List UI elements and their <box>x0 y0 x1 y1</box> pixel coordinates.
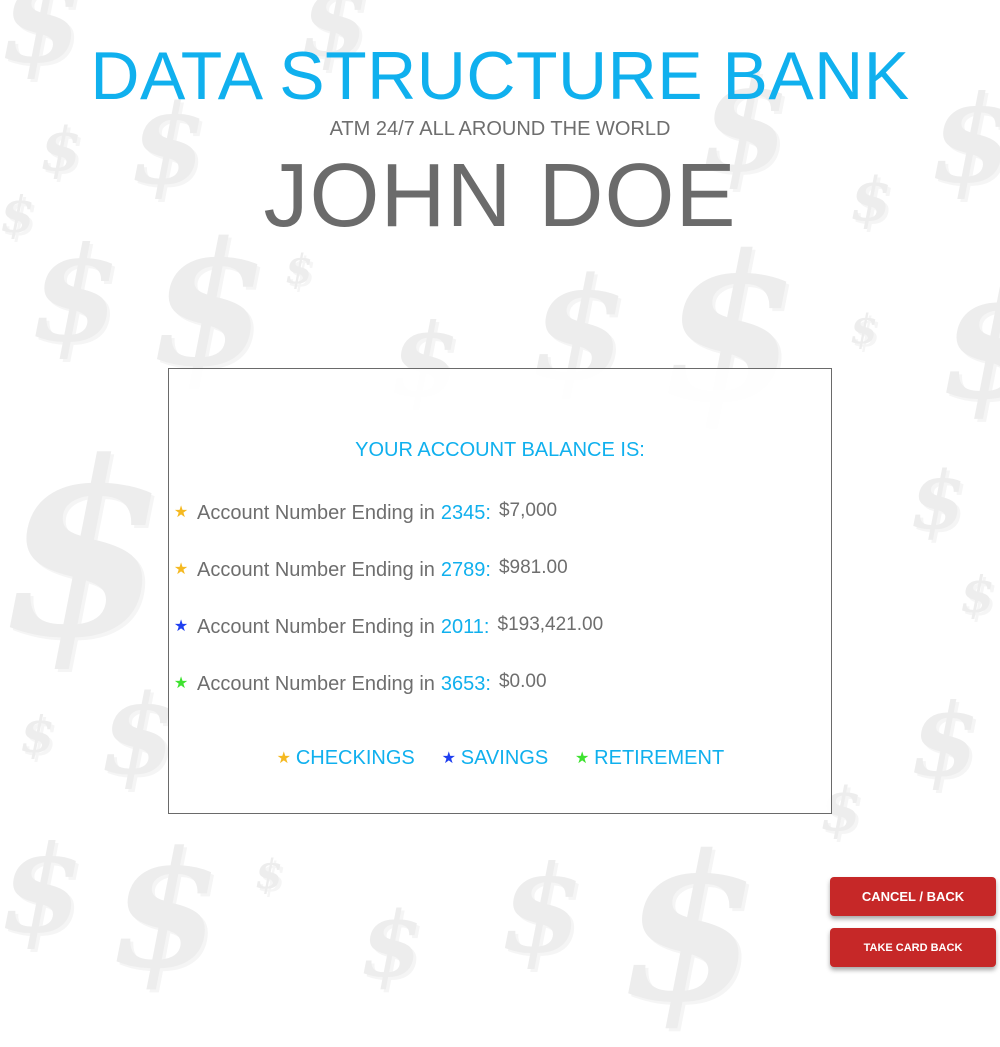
dollar-sign-icon: $ <box>910 681 980 799</box>
bank-tagline: ATM 24/7 ALL AROUND THE WORLD <box>329 118 671 140</box>
dollar-sign-icon: $ <box>30 218 121 371</box>
star-icon: ★ <box>276 749 291 767</box>
dollar-sign-icon: $ <box>850 306 878 353</box>
account-balance: $981.00 <box>498 557 568 578</box>
customer-name: JOHN DOE <box>263 146 737 246</box>
account-row: ★ Account Number Ending in 2345: $7,000 <box>173 500 557 526</box>
star-icon: ★ <box>173 675 189 692</box>
dollar-sign-icon: $ <box>110 816 222 1004</box>
star-icon: ★ <box>173 561 189 578</box>
account-balance: $7,000 <box>498 500 558 521</box>
account-row: ★ Account Number Ending in 3653: $0.00 <box>173 671 547 697</box>
dollar-sign-icon: $ <box>960 565 995 624</box>
dollar-sign-icon: $ <box>0 409 167 691</box>
dollar-sign-icon: $ <box>255 851 283 898</box>
dollar-sign-icon: $ <box>500 839 584 980</box>
account-row: ★ Account Number Ending in 2011: $193,42… <box>173 614 603 640</box>
account-label: Account Number Ending in <box>197 558 435 581</box>
dollar-sign-icon: $ <box>20 705 55 764</box>
account-label: Account Number Ending in <box>197 672 435 695</box>
legend-item-checkings: ★ CHECKINGS <box>276 747 415 770</box>
take-card-back-button[interactable]: TAKE CARD BACK <box>830 928 996 967</box>
account-number: 2345: <box>440 501 491 524</box>
account-balance-panel: YOUR ACCOUNT BALANCE IS: ★ Account Numbe… <box>168 368 832 814</box>
star-icon: ★ <box>173 618 189 635</box>
account-number: 3653: <box>440 672 491 695</box>
account-number: 2789: <box>440 558 491 581</box>
legend-label: SAVINGS <box>460 747 549 769</box>
account-number: 2011: <box>440 615 490 638</box>
account-balance: $0.00 <box>498 671 547 692</box>
account-label: Account Number Ending in <box>197 615 435 638</box>
account-row: ★ Account Number Ending in 2789: $981.00 <box>173 557 568 583</box>
account-type-legend: ★ CHECKINGS ★ SAVINGS ★ RETIREMENT <box>169 747 831 770</box>
dollar-sign-icon: $ <box>620 812 760 1047</box>
legend-label: CHECKINGS <box>295 747 415 769</box>
dollar-sign-icon: $ <box>940 270 1000 420</box>
cancel-back-button[interactable]: CANCEL / BACK <box>830 877 996 916</box>
star-icon: ★ <box>575 749 590 767</box>
account-label: Account Number Ending in <box>197 501 435 524</box>
legend-label: RETIREMENT <box>594 747 725 769</box>
dollar-sign-icon: $ <box>0 819 84 960</box>
dollar-sign-icon: $ <box>285 246 313 293</box>
star-icon: ★ <box>173 504 189 521</box>
dollar-sign-icon: $ <box>910 453 966 547</box>
dollar-sign-icon: $ <box>150 205 269 405</box>
dollar-sign-icon: $ <box>360 892 423 998</box>
balance-heading: YOUR ACCOUNT BALANCE IS: <box>355 439 645 461</box>
star-icon: ★ <box>441 749 456 767</box>
legend-item-retirement: ★ RETIREMENT <box>574 747 724 770</box>
bank-title: DATA STRUCTURE BANK <box>90 38 910 114</box>
dollar-sign-icon: $ <box>100 670 177 799</box>
legend-item-savings: ★ SAVINGS <box>441 747 549 770</box>
account-balance: $193,421.00 <box>497 614 604 635</box>
